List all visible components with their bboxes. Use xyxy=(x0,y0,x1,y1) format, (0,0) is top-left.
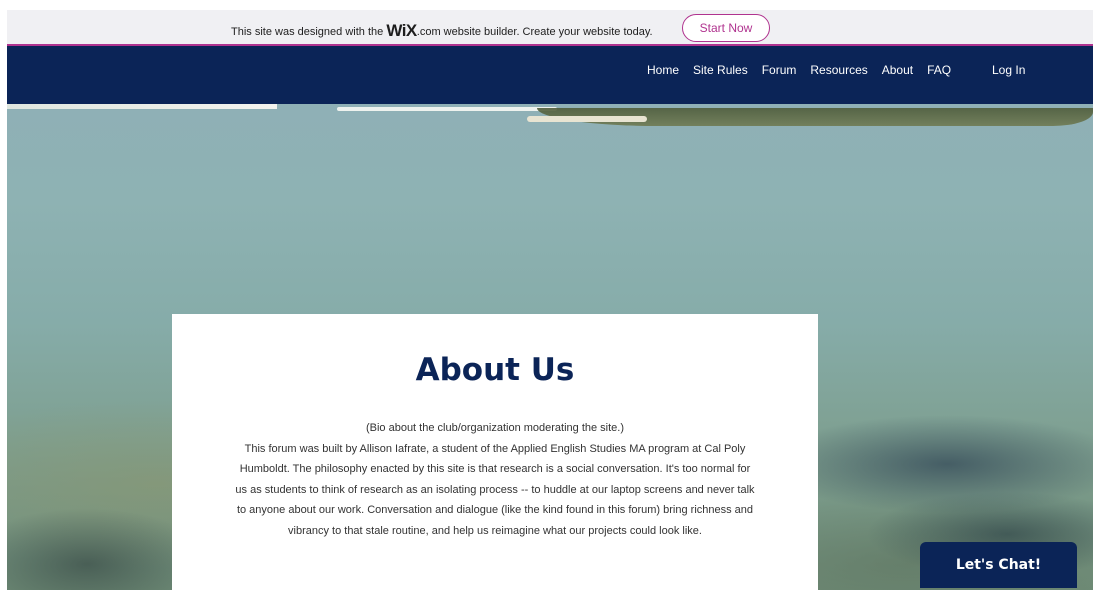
wix-promo-text-before: This site was designed with the xyxy=(231,26,387,38)
about-line: us as students to think of research as a… xyxy=(235,483,755,496)
wix-logo-com: .com xyxy=(416,26,441,38)
login-link[interactable]: Log In xyxy=(992,63,1025,77)
about-body: (Bio about the club/organization moderat… xyxy=(172,418,818,541)
wix-promo-text-after: website builder. Create your website tod… xyxy=(440,26,653,38)
shoreline-middle xyxy=(337,107,557,111)
main-nav: Home Site Rules Forum Resources About FA… xyxy=(647,63,965,77)
about-line: This forum was built by Allison Iafrate,… xyxy=(244,442,746,455)
nav-about[interactable]: About xyxy=(882,63,913,77)
lets-chat-button[interactable]: Let's Chat! xyxy=(920,542,1077,588)
wix-promo-banner: This site was designed with the WiX.com … xyxy=(7,10,1093,46)
wix-promo-text: This site was designed with the WiX.com … xyxy=(231,21,653,41)
sandbar xyxy=(527,116,647,122)
about-card: About Us (Bio about the club/organizatio… xyxy=(172,314,818,590)
nav-resources[interactable]: Resources xyxy=(810,63,867,77)
shoreline-left xyxy=(7,104,277,109)
site-header: Home Site Rules Forum Resources About FA… xyxy=(7,46,1093,104)
nav-faq[interactable]: FAQ xyxy=(927,63,951,77)
wix-logo: WiX xyxy=(386,21,417,40)
start-now-button[interactable]: Start Now xyxy=(682,14,770,42)
about-title: About Us xyxy=(415,352,575,388)
nav-site-rules[interactable]: Site Rules xyxy=(693,63,748,77)
about-line: vibrancy to that stale routine, and help… xyxy=(288,524,702,537)
about-line: Humboldt. The philosophy enacted by this… xyxy=(239,463,751,475)
nav-forum[interactable]: Forum xyxy=(762,63,797,77)
about-subtitle: (Bio about the club/organization moderat… xyxy=(365,422,625,434)
about-line: to anyone about our work. Conversation a… xyxy=(236,504,754,516)
nav-home[interactable]: Home xyxy=(647,63,679,77)
